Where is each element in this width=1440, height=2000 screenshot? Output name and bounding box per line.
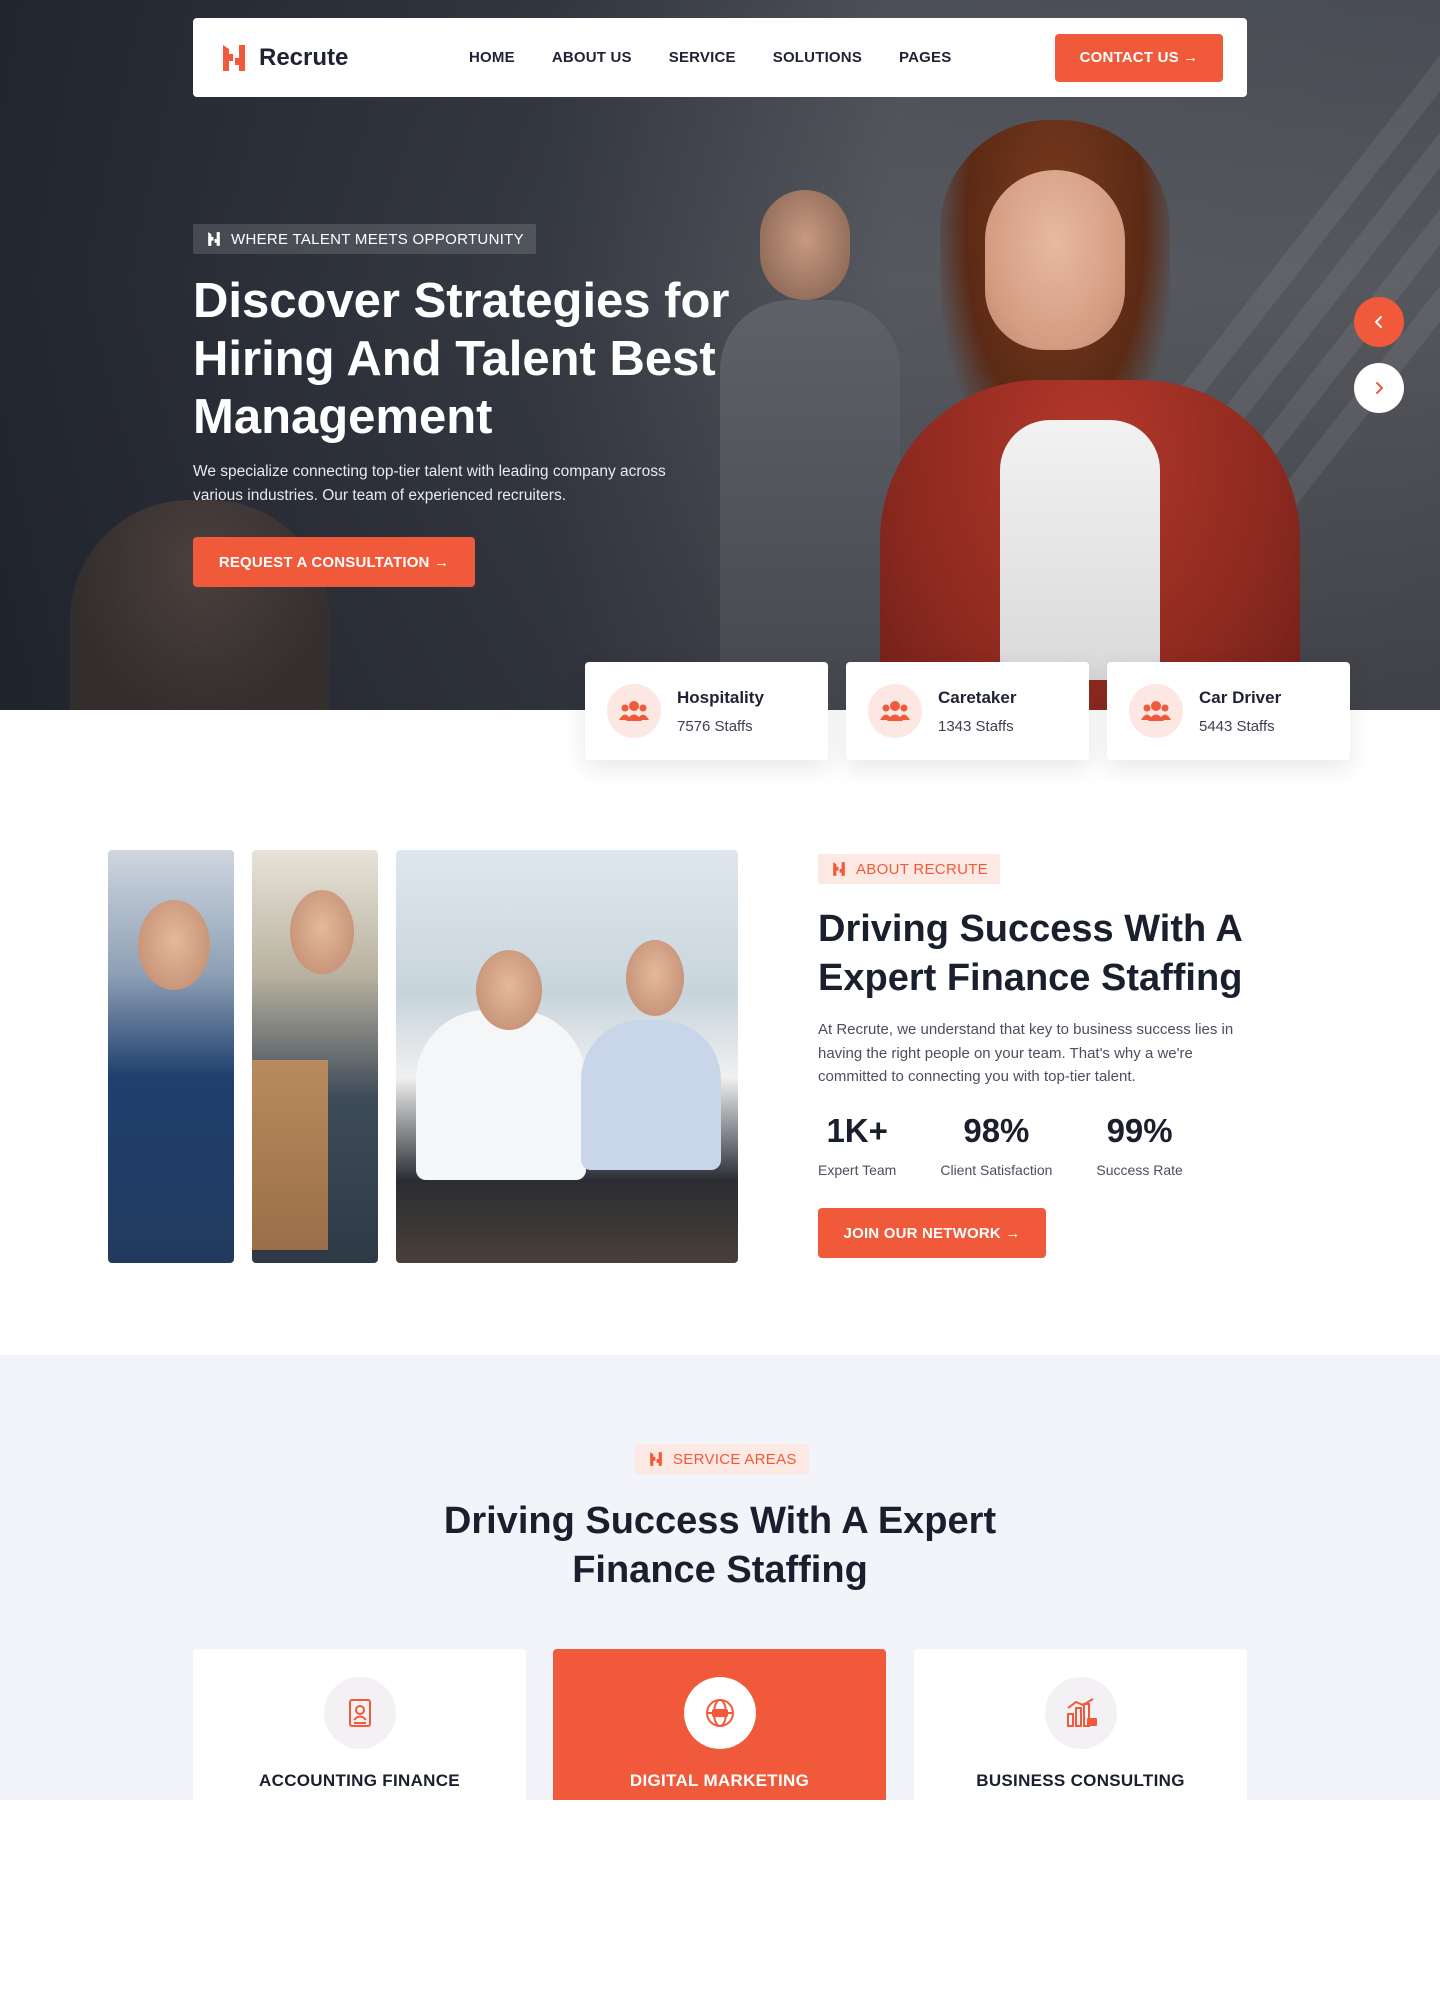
about-tag: ABOUT RECRUTE <box>818 854 1000 884</box>
nav-home[interactable]: HOME <box>469 49 515 66</box>
category-card-hospitality[interactable]: Hospitality 7576 Staffs <box>585 662 828 760</box>
about-tag-text: ABOUT RECRUTE <box>856 860 988 878</box>
stat-label: Success Rate <box>1096 1162 1183 1178</box>
request-consultation-button[interactable]: REQUEST A CONSULTATION → <box>193 537 475 587</box>
seo-globe-icon <box>683 1677 756 1749</box>
hero-description: We specialize connecting top-tier talent… <box>193 463 666 504</box>
category-name: Car Driver <box>1199 687 1282 707</box>
hero-woman-image <box>880 120 1300 710</box>
users-icon <box>1129 684 1183 738</box>
category-count: 5443 Staffs <box>1199 717 1275 735</box>
navbar: Recrute HOME ABOUT US SERVICE SOLUTIONS … <box>193 18 1247 97</box>
about-title: Driving Success With A Expert Finance St… <box>818 908 1243 999</box>
hero-background-person <box>720 190 900 710</box>
stat-value: 1K+ <box>826 1112 888 1149</box>
logo-mark-icon <box>208 232 220 246</box>
chevron-right-icon <box>1376 382 1383 394</box>
join-network-button[interactable]: JOIN OUR NETWORK → <box>818 1208 1046 1258</box>
stat-value: 98% <box>963 1112 1030 1149</box>
users-icon <box>868 684 922 738</box>
slider-next-button[interactable] <box>1354 363 1404 413</box>
slider-prev-button[interactable] <box>1354 297 1404 347</box>
nav-pages[interactable]: PAGES <box>899 49 951 66</box>
services-tag: SERVICE AREAS <box>635 1444 809 1474</box>
stat-label: Expert Team <box>818 1162 897 1178</box>
service-label: ACCOUNTING FINANCE <box>259 1771 460 1790</box>
service-card-business-consulting[interactable]: BUSINESS CONSULTING <box>914 1649 1247 1800</box>
nav-about-us[interactable]: ABOUT US <box>552 49 632 66</box>
nav-solutions[interactable]: SOLUTIONS <box>773 49 862 66</box>
hero-background-person <box>70 500 330 710</box>
bar-chart-icon <box>1044 1677 1117 1749</box>
hero-eyebrow-text: WHERE TALENT MEETS OPPORTUNITY <box>231 230 524 248</box>
chevron-left-icon <box>1375 316 1382 328</box>
category-name: Caretaker <box>938 687 1017 707</box>
logo-mark-icon <box>223 44 245 71</box>
category-name: Hospitality <box>677 687 764 707</box>
stat-label: Client Satisfaction <box>940 1162 1053 1178</box>
logo[interactable]: Recrute <box>217 41 457 75</box>
stat-success-rate: 99% Success Rate <box>1096 1112 1182 1178</box>
about-image-meeting <box>396 850 738 1263</box>
logo-text: Recrute <box>259 43 349 71</box>
category-count: 7576 Staffs <box>677 717 753 735</box>
service-card-accounting-finance[interactable]: ACCOUNTING FINANCE <box>193 1649 526 1800</box>
stat-client-satisfaction: 98% Client Satisfaction <box>940 1112 1052 1178</box>
contact-us-button[interactable]: CONTACT US → <box>1055 33 1223 82</box>
logo-mark-icon <box>650 1452 662 1466</box>
about-image-man-laptop <box>108 850 234 1263</box>
hero-eyebrow: WHERE TALENT MEETS OPPORTUNITY <box>193 224 536 254</box>
users-icon <box>607 684 661 738</box>
logo-mark-icon <box>833 862 845 876</box>
category-card-car-driver[interactable]: Car Driver 5443 Staffs <box>1107 662 1350 760</box>
stat-expert-team: 1K+ Expert Team <box>818 1112 896 1178</box>
category-card-caretaker[interactable]: Caretaker 1343 Staffs <box>846 662 1089 760</box>
services-tag-text: SERVICE AREAS <box>673 1450 797 1468</box>
services-title: Driving Success With A Expert Finance St… <box>443 1500 997 1591</box>
hero-title: Discover Strategies for Hiring And Talen… <box>193 274 730 444</box>
nav-service[interactable]: SERVICE <box>669 49 736 66</box>
about-stats: 1K+ Expert Team 98% Client Satisfaction … <box>818 1112 1183 1178</box>
about-description: At Recrute, we understand that key to bu… <box>818 1021 1234 1085</box>
category-count: 1343 Staffs <box>938 717 1014 735</box>
stat-value: 99% <box>1106 1112 1173 1149</box>
nav-links: HOME ABOUT US SERVICE SOLUTIONS PAGES <box>469 49 951 66</box>
service-label: BUSINESS CONSULTING <box>976 1771 1185 1790</box>
service-card-digital-marketing[interactable]: DIGITAL MARKETING <box>553 1649 886 1800</box>
finance-document-icon <box>323 1677 396 1749</box>
service-label: DIGITAL MARKETING <box>629 1771 810 1790</box>
about-image-delivery-worker <box>252 850 378 1263</box>
